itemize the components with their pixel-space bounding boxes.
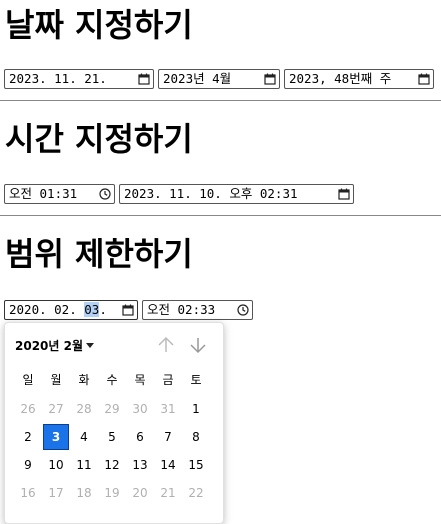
calendar-day[interactable]: 6 — [127, 424, 153, 450]
range-time-value: 오전 02:33 — [147, 302, 216, 317]
calendar-day[interactable]: 27 — [43, 396, 69, 422]
range-date-input[interactable]: 2020. 02. 03. — [4, 300, 138, 320]
weekday-header: 수 — [106, 373, 118, 387]
arrow-up-icon[interactable] — [157, 335, 175, 355]
date-section-title: 날짜 지정하기 — [5, 6, 193, 44]
calendar-icon[interactable] — [138, 73, 150, 85]
arrow-down-icon[interactable] — [189, 335, 207, 355]
weekday-header: 월 — [50, 373, 62, 387]
calendar-day[interactable]: 10 — [43, 452, 69, 478]
caret-down-icon — [86, 343, 95, 348]
calendar-day[interactable]: 21 — [155, 480, 181, 506]
time-input-value: 오전 01:31 — [9, 186, 78, 201]
datetime-input[interactable]: 2023. 11. 10. 오후 02:31 — [119, 184, 354, 204]
time-input[interactable]: 오전 01:31 — [4, 184, 115, 204]
range-date-suffix: . — [99, 302, 107, 317]
clock-icon[interactable] — [99, 188, 111, 200]
calendar-day[interactable]: 19 — [99, 480, 125, 506]
calendar-popup: 2020년 2월 일 월 화 수 목 금 토 26 27 28 29 30 31 1 2 3 4 5 6 7 8 9 10 1… — [4, 322, 224, 524]
weekday-header: 화 — [78, 373, 90, 387]
weekday-header: 금 — [162, 373, 174, 387]
week-input-value: 2023, 48번째 주 — [289, 71, 392, 86]
datetime-input-value: 2023. 11. 10. 오후 02:31 — [124, 186, 298, 201]
weekday-header: 목 — [134, 373, 146, 387]
calendar-day[interactable]: 22 — [183, 480, 209, 506]
calendar-icon[interactable] — [338, 188, 350, 200]
range-date-day-segment[interactable]: 03 — [84, 302, 100, 317]
calendar-day[interactable]: 30 — [127, 396, 153, 422]
calendar-day[interactable]: 7 — [155, 424, 181, 450]
section-divider — [0, 100, 441, 101]
calendar-day[interactable]: 5 — [99, 424, 125, 450]
range-date-prefix: 2020. 02. — [9, 302, 85, 317]
calendar-day[interactable]: 9 — [15, 452, 41, 478]
month-year-selector[interactable]: 2020년 2월 — [15, 337, 95, 354]
calendar-icon[interactable] — [122, 304, 134, 316]
calendar-day[interactable]: 3 — [43, 424, 69, 450]
calendar-day[interactable]: 26 — [15, 396, 41, 422]
clock-icon[interactable] — [237, 304, 249, 316]
section-divider — [0, 215, 441, 216]
date-input-value: 2023. 11. 21. — [9, 71, 107, 86]
calendar-day[interactable]: 4 — [71, 424, 97, 450]
calendar-day[interactable]: 29 — [99, 396, 125, 422]
month-year-label: 2020년 2월 — [15, 339, 84, 353]
calendar-icon[interactable] — [418, 73, 430, 85]
calendar-day[interactable]: 11 — [71, 452, 97, 478]
calendar-day[interactable]: 14 — [155, 452, 181, 478]
time-section-title: 시간 지정하기 — [5, 120, 193, 158]
calendar-day[interactable]: 20 — [127, 480, 153, 506]
range-section-title: 범위 제한하기 — [5, 235, 193, 273]
calendar-day[interactable]: 31 — [155, 396, 181, 422]
calendar-day[interactable]: 16 — [15, 480, 41, 506]
calendar-day[interactable]: 2 — [15, 424, 41, 450]
calendar-day[interactable]: 15 — [183, 452, 209, 478]
date-input[interactable]: 2023. 11. 21. — [4, 69, 154, 89]
month-input-value: 2023년 4월 — [163, 71, 232, 86]
week-input[interactable]: 2023, 48번째 주 — [284, 69, 434, 89]
calendar-day[interactable]: 1 — [183, 396, 209, 422]
calendar-day[interactable]: 28 — [71, 396, 97, 422]
calendar-day[interactable]: 13 — [127, 452, 153, 478]
calendar-day[interactable]: 8 — [183, 424, 209, 450]
weekday-header: 토 — [190, 373, 202, 387]
calendar-day[interactable]: 17 — [43, 480, 69, 506]
range-time-input[interactable]: 오전 02:33 — [142, 300, 253, 320]
month-input[interactable]: 2023년 4월 — [158, 69, 280, 89]
calendar-day[interactable]: 18 — [71, 480, 97, 506]
weekday-header: 일 — [22, 373, 34, 387]
calendar-icon[interactable] — [264, 73, 276, 85]
calendar-day[interactable]: 12 — [99, 452, 125, 478]
